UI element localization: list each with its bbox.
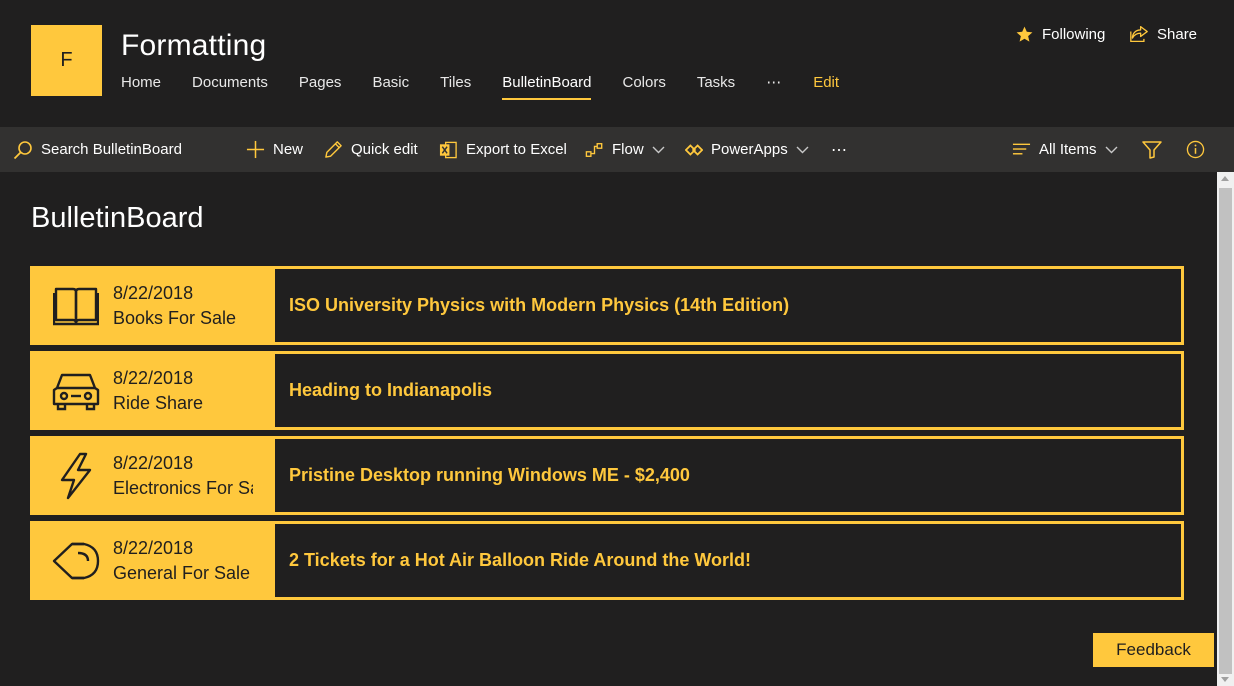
plus-icon	[246, 140, 265, 159]
list-view-icon	[1012, 143, 1031, 155]
nav-item-basic[interactable]: Basic	[372, 73, 409, 100]
powerapps-icon	[685, 143, 703, 156]
item-date: 8/22/2018	[113, 283, 194, 303]
site-logo[interactable]: F	[31, 25, 102, 96]
quick-edit-label: Quick edit	[351, 141, 418, 158]
share-icon	[1130, 25, 1148, 43]
item-title-cell: 2 Tickets for a Hot Air Balloon Ride Aro…	[274, 521, 1184, 600]
export-label: Export to Excel	[466, 141, 567, 158]
search-box[interactable]: Search BulletinBoard	[13, 127, 182, 172]
top-nav: Home Documents Pages Basic Tiles Bulleti…	[121, 73, 870, 103]
nav-item-colors[interactable]: Colors	[622, 73, 665, 100]
item-title[interactable]: ISO University Physics with Modern Physi…	[289, 295, 789, 316]
item-tile: 8/22/2018 General For Sale	[30, 521, 274, 600]
scroll-down-arrow-icon[interactable]	[1221, 677, 1229, 682]
nav-item-tiles[interactable]: Tiles	[440, 73, 471, 100]
list-item[interactable]: 8/22/2018 Books For Sale ISO University …	[30, 266, 1184, 345]
nav-item-home[interactable]: Home	[121, 73, 161, 100]
search-placeholder: Search BulletinBoard	[41, 141, 182, 158]
chevron-down-icon	[1105, 146, 1118, 153]
list-item[interactable]: 8/22/2018 General For Sale 2 Tickets for…	[30, 521, 1184, 600]
star-icon	[1016, 26, 1033, 42]
nav-edit-link[interactable]: Edit	[813, 73, 839, 100]
item-date: 8/22/2018	[113, 538, 194, 558]
quick-edit-button[interactable]: Quick edit	[324, 127, 418, 172]
nav-item-bulletinboard[interactable]: BulletinBoard	[502, 73, 592, 100]
site-title[interactable]: Formatting	[121, 29, 266, 63]
book-icon	[52, 283, 100, 329]
list-item[interactable]: 8/22/2018 Ride Share Heading to Indianap…	[30, 351, 1184, 430]
following-button[interactable]: Following	[1015, 25, 1105, 44]
car-icon	[52, 368, 100, 414]
share-label: Share	[1157, 25, 1198, 43]
filter-button[interactable]	[1142, 127, 1170, 172]
nav-item-pages[interactable]: Pages	[299, 73, 342, 100]
item-category: Ride Share	[113, 393, 204, 413]
nav-item-documents[interactable]: Documents	[192, 73, 268, 100]
flow-icon	[585, 142, 603, 157]
item-date: 8/22/2018	[113, 368, 194, 388]
command-bar: Search BulletinBoard New Quick edit Expo…	[0, 127, 1234, 172]
following-label: Following	[1042, 26, 1106, 43]
flow-label: Flow	[612, 141, 644, 158]
page-title: BulletinBoard	[31, 202, 204, 234]
powerapps-button[interactable]: PowerApps	[685, 127, 809, 172]
chevron-down-icon	[796, 146, 809, 153]
export-excel-button[interactable]: Export to Excel	[439, 127, 567, 172]
search-icon	[13, 140, 32, 159]
site-header: F Formatting Home Documents Pages Basic …	[0, 0, 1234, 127]
item-title[interactable]: 2 Tickets for a Hot Air Balloon Ride Aro…	[289, 550, 751, 571]
item-category: Books For Sale	[113, 308, 237, 328]
info-button[interactable]	[1186, 127, 1213, 172]
share-button[interactable]: Share	[1129, 25, 1197, 43]
nav-more-button[interactable]: ⋯	[766, 73, 782, 100]
item-date: 8/22/2018	[113, 453, 194, 473]
view-label: All Items	[1039, 141, 1097, 158]
scroll-thumb[interactable]	[1219, 188, 1232, 674]
pencil-icon	[325, 141, 342, 158]
nav-item-tasks[interactable]: Tasks	[697, 73, 735, 100]
tag-icon	[52, 538, 100, 584]
new-label: New	[273, 141, 304, 158]
item-title-cell: Heading to Indianapolis	[274, 351, 1184, 430]
item-category: General For Sale	[113, 563, 251, 583]
item-title-cell: ISO University Physics with Modern Physi…	[274, 266, 1184, 345]
vertical-scrollbar[interactable]	[1217, 172, 1234, 686]
bulletin-list: 8/22/2018 Books For Sale ISO University …	[30, 266, 1184, 606]
item-title[interactable]: Heading to Indianapolis	[289, 380, 492, 401]
excel-icon	[439, 141, 457, 158]
info-icon	[1186, 140, 1205, 159]
filter-icon	[1142, 140, 1162, 159]
more-commands-button[interactable]: ⋯	[831, 127, 848, 172]
lightning-icon	[52, 452, 100, 500]
item-tile: 8/22/2018 Books For Sale	[30, 266, 274, 345]
item-category: Electronics For Sale	[113, 478, 253, 498]
flow-button[interactable]: Flow	[585, 127, 665, 172]
item-title-cell: Pristine Desktop running Windows ME - $2…	[274, 436, 1184, 515]
item-title[interactable]: Pristine Desktop running Windows ME - $2…	[289, 465, 690, 486]
chevron-down-icon	[652, 146, 665, 153]
item-tile: 8/22/2018 Ride Share	[30, 351, 274, 430]
list-item[interactable]: 8/22/2018 Electronics For Sale Pristine …	[30, 436, 1184, 515]
item-tile: 8/22/2018 Electronics For Sale	[30, 436, 274, 515]
feedback-button[interactable]: Feedback	[1093, 633, 1214, 667]
view-selector[interactable]: All Items	[1012, 127, 1118, 172]
new-button[interactable]: New	[246, 127, 303, 172]
scroll-up-arrow-icon[interactable]	[1221, 176, 1229, 181]
powerapps-label: PowerApps	[711, 141, 788, 158]
